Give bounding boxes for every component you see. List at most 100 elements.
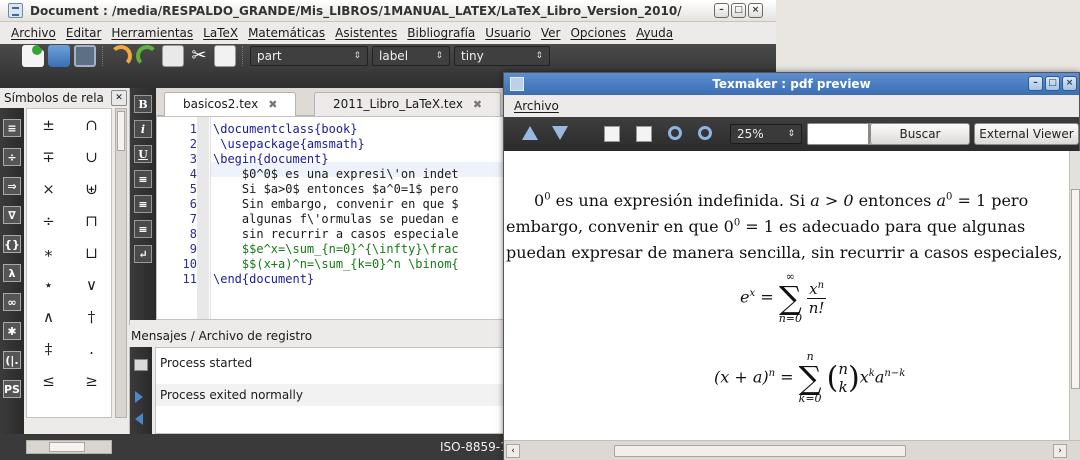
eq-tail2: a xyxy=(874,367,885,387)
scroll-left-icon[interactable]: ‹ xyxy=(506,444,520,458)
undo-icon[interactable] xyxy=(110,45,132,67)
eq-sum: n ∑ k=0 xyxy=(799,351,822,405)
label-select[interactable]: label ⇕ xyxy=(372,46,450,66)
symbol-hscrollbar[interactable] xyxy=(26,440,112,454)
eq-lhs-sup: x xyxy=(749,288,756,300)
next-page-icon[interactable] xyxy=(552,126,568,140)
symbol-cell[interactable]: ∧ xyxy=(27,301,70,333)
tab-close-icon[interactable]: ✖ xyxy=(473,98,482,111)
category-button[interactable]: {} xyxy=(3,235,21,253)
format-tool-strip: B i U ≡ ≡ ≡ ↵ xyxy=(130,88,156,320)
pdf-line-2: embargo, convenir en que 00 = 1 es adecu… xyxy=(506,217,1025,236)
symbol-cell[interactable]: . xyxy=(70,333,113,365)
new-file-icon[interactable] xyxy=(22,45,44,67)
category-button[interactable]: (|. xyxy=(3,351,21,369)
align-right-button[interactable]: ≡ xyxy=(134,220,152,238)
panel-close-icon[interactable]: ✕ xyxy=(111,90,127,106)
symbol-cell[interactable]: ÷ xyxy=(27,205,70,237)
symbol-cell[interactable]: ∪ xyxy=(70,141,113,173)
redo-icon[interactable] xyxy=(136,45,158,67)
category-button[interactable]: ÷ xyxy=(3,148,21,166)
category-button[interactable]: ∇ xyxy=(3,206,21,224)
scrollbar-thumb[interactable] xyxy=(614,445,906,457)
save-icon[interactable] xyxy=(74,45,96,67)
size-select[interactable]: tiny ⇕ xyxy=(454,46,550,66)
scrollbar-thumb[interactable] xyxy=(49,442,85,452)
eq-sum: ∞ ∑ n=0 xyxy=(779,271,802,325)
pdf-page-view[interactable]: 0 0 es una expresión indefinida. Si a > 0… xyxy=(504,151,1069,440)
symbol-cell[interactable]: ∨ xyxy=(70,269,113,301)
tab-2011-libro[interactable]: 2011_Libro_LaTeX.tex ✖ xyxy=(314,92,502,116)
symbol-cell[interactable]: × xyxy=(27,173,70,205)
symbol-cell[interactable]: ≥ xyxy=(70,365,113,397)
next-error-icon[interactable] xyxy=(135,391,143,403)
align-left-button[interactable]: ≡ xyxy=(134,170,152,188)
close-button[interactable]: × xyxy=(748,3,763,18)
scroll-right-icon[interactable]: › xyxy=(1053,444,1067,458)
symbol-cell[interactable]: ⊔ xyxy=(70,237,113,269)
symbol-cell[interactable]: ⊓ xyxy=(70,205,113,237)
paste-icon[interactable] xyxy=(214,45,236,67)
bold-button[interactable]: B xyxy=(134,95,152,113)
fit-page-icon[interactable] xyxy=(636,126,652,142)
symbol-cell[interactable]: † xyxy=(70,301,113,333)
external-viewer-button[interactable]: External Viewer xyxy=(974,123,1079,145)
symbol-category-strip: ≡ ÷ ⇒ ∇ {} λ ∞ ✱ (|. PS xyxy=(0,108,24,434)
copy-icon[interactable] xyxy=(162,45,184,67)
minimize-button[interactable]: – xyxy=(1028,76,1043,91)
maximize-button[interactable]: □ xyxy=(1045,76,1060,91)
chevron-down-icon: ⇕ xyxy=(787,129,795,139)
pdf-text: 0 xyxy=(534,191,545,210)
toolbar-separator xyxy=(242,46,244,66)
italic-button[interactable]: i xyxy=(134,120,152,138)
close-button[interactable]: × xyxy=(1062,76,1077,91)
symbol-cell[interactable]: ⋆ xyxy=(27,269,70,301)
pdf-menu-archivo[interactable]: Archivo xyxy=(514,99,559,113)
symbol-cell[interactable]: ≤ xyxy=(27,365,70,397)
symbol-cell[interactable]: ± xyxy=(27,109,70,141)
tab-basicos2[interactable]: basicos2.tex ✖ xyxy=(164,92,297,116)
scrollbar-thumb[interactable] xyxy=(117,111,125,151)
line-number: 5 xyxy=(189,182,197,196)
category-button[interactable]: ✱ xyxy=(3,322,21,340)
newline-button[interactable]: ↵ xyxy=(134,245,152,263)
previous-error-icon[interactable] xyxy=(135,413,143,425)
maximize-button[interactable]: □ xyxy=(731,3,746,18)
tab-close-icon[interactable]: ✖ xyxy=(268,98,277,111)
log-icon[interactable] xyxy=(134,359,148,371)
eq-num-base: x xyxy=(809,279,818,298)
symbol-cell[interactable]: ∩ xyxy=(70,109,113,141)
code-line: \end{document} xyxy=(213,272,315,286)
cut-icon[interactable]: ✂ xyxy=(188,45,210,67)
category-button[interactable]: PS xyxy=(3,380,21,398)
symbol-cell[interactable]: ⊎ xyxy=(70,173,113,205)
symbol-cell[interactable]: ∗ xyxy=(27,237,70,269)
category-button[interactable]: λ xyxy=(3,264,21,282)
category-button[interactable]: ⇒ xyxy=(3,177,21,195)
zoom-select[interactable]: 25% ⇕ xyxy=(730,124,802,144)
pdf-text: = 1 es adecuado para que algunas xyxy=(740,217,1026,236)
pdf-horizontal-scrollbar[interactable]: ‹ › xyxy=(504,440,1080,460)
symbol-cell[interactable]: ‡ xyxy=(27,333,70,365)
zoom-out-icon[interactable] xyxy=(698,126,712,140)
open-file-icon[interactable] xyxy=(48,45,70,67)
search-button[interactable]: Buscar xyxy=(870,123,970,145)
menu-ayuda[interactable]: Ayuda xyxy=(631,26,678,40)
symbol-scrollbar[interactable] xyxy=(115,108,127,418)
pdf-vertical-scrollbar[interactable] xyxy=(1069,151,1080,440)
underline-button[interactable]: U xyxy=(134,145,152,163)
single-page-icon[interactable] xyxy=(604,126,620,142)
category-button[interactable]: ≡ xyxy=(3,119,21,137)
size-select-value: tiny xyxy=(461,49,484,63)
pdf-titlebar: Texmaker : pdf preview – □ × xyxy=(504,73,1079,95)
zoom-in-icon[interactable] xyxy=(668,126,682,140)
section-select[interactable]: part ⇕ xyxy=(250,46,368,66)
scrollbar-thumb[interactable] xyxy=(1071,189,1080,389)
align-center-button[interactable]: ≡ xyxy=(134,195,152,213)
category-button[interactable]: ∞ xyxy=(3,293,21,311)
previous-page-icon[interactable] xyxy=(522,126,538,140)
binom-right-paren: ) xyxy=(848,360,860,396)
minimize-button[interactable]: – xyxy=(714,3,729,18)
menu-opciones[interactable]: Opciones xyxy=(565,26,631,40)
symbol-cell[interactable]: ∓ xyxy=(27,141,70,173)
